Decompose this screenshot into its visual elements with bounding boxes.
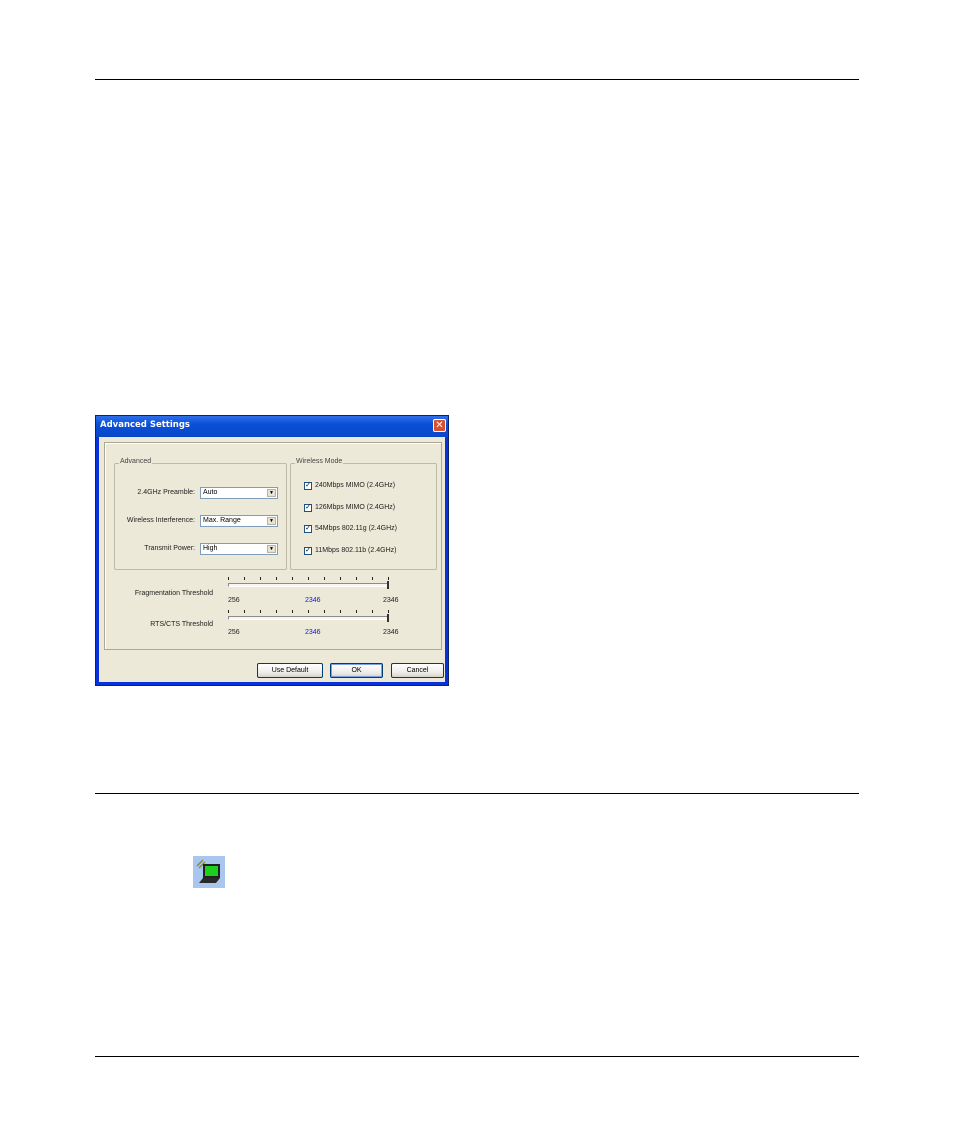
fragmentation-min: 256 bbox=[228, 597, 240, 604]
use-default-button[interactable]: Use Default bbox=[257, 663, 323, 678]
slider-tick bbox=[276, 577, 277, 580]
rts-cts-max: 2346 bbox=[383, 629, 399, 636]
interference-select[interactable]: Max. Range ▼ bbox=[200, 515, 278, 527]
title-bar[interactable]: Advanced Settings ✕ bbox=[96, 416, 448, 437]
slider-tick bbox=[372, 577, 373, 580]
mode-240-checkbox[interactable]: ✓ bbox=[304, 482, 312, 490]
slider-track bbox=[228, 583, 388, 587]
advanced-group: Advanced 2.4GHz Preamble: Auto ▼ Wireles… bbox=[114, 458, 287, 570]
slider-tick bbox=[340, 577, 341, 580]
slider-tick bbox=[244, 610, 245, 613]
mode-240-label: 240Mbps MIMO (2.4GHz) bbox=[315, 482, 396, 489]
slider-tick bbox=[228, 610, 229, 613]
chevron-down-icon[interactable]: ▼ bbox=[267, 517, 276, 525]
mode-11-label: 11Mbps 802.11b (2.4GHz) bbox=[315, 547, 397, 554]
interference-label: Wireless Interference: bbox=[126, 517, 195, 524]
tx-power-label: Transmit Power: bbox=[144, 545, 195, 552]
fragmentation-current: 2346 bbox=[305, 597, 321, 604]
slider-tick bbox=[372, 610, 373, 613]
middle-rule bbox=[95, 793, 859, 794]
preamble-label: 2.4GHz Preamble: bbox=[137, 489, 195, 496]
slider-handle[interactable] bbox=[387, 581, 389, 589]
slider-tick bbox=[260, 610, 261, 613]
slider-track bbox=[228, 616, 388, 620]
mode-54-label: 54Mbps 802.11g (2.4GHz) bbox=[315, 525, 397, 532]
mode-54-checkbox[interactable]: ✓ bbox=[304, 525, 312, 533]
tx-power-value: High bbox=[203, 545, 218, 552]
fragmentation-slider[interactable] bbox=[228, 577, 392, 591]
close-icon: ✕ bbox=[435, 420, 444, 431]
wireless-mode-legend: Wireless Mode bbox=[295, 458, 344, 465]
mode-126-label: 126Mbps MIMO (2.4GHz) bbox=[315, 504, 396, 511]
top-rule bbox=[95, 79, 859, 80]
fragmentation-label: Fragmentation Threshold bbox=[134, 590, 213, 597]
fragmentation-max: 2346 bbox=[383, 597, 399, 604]
close-button[interactable]: ✕ bbox=[433, 419, 446, 432]
rts-cts-label: RTS/CTS Threshold bbox=[150, 621, 213, 628]
rts-cts-slider[interactable] bbox=[228, 610, 392, 624]
cancel-button[interactable]: Cancel bbox=[391, 663, 444, 678]
slider-tick bbox=[276, 610, 277, 613]
settings-panel: Advanced 2.4GHz Preamble: Auto ▼ Wireles… bbox=[104, 442, 442, 650]
dialog-title: Advanced Settings bbox=[100, 420, 190, 430]
slider-tick bbox=[292, 577, 293, 580]
ok-button[interactable]: OK bbox=[330, 663, 383, 678]
preamble-value: Auto bbox=[203, 489, 218, 496]
slider-tick bbox=[308, 610, 309, 613]
preamble-select[interactable]: Auto ▼ bbox=[200, 487, 278, 499]
rts-cts-current: 2346 bbox=[305, 629, 321, 636]
dialog-client-area: Advanced 2.4GHz Preamble: Auto ▼ Wireles… bbox=[99, 437, 445, 682]
tx-power-select[interactable]: High ▼ bbox=[200, 543, 278, 555]
slider-tick bbox=[292, 610, 293, 613]
chevron-down-icon[interactable]: ▼ bbox=[267, 489, 276, 497]
slider-tick bbox=[356, 577, 357, 580]
mode-11-checkbox[interactable]: ✓ bbox=[304, 547, 312, 555]
advanced-settings-dialog: Advanced Settings ✕ Advanced 2.4GHz Prea… bbox=[95, 415, 449, 686]
rts-cts-min: 256 bbox=[228, 629, 240, 636]
wireless-mode-group: Wireless Mode ✓ 240Mbps MIMO (2.4GHz) ✓ … bbox=[290, 458, 437, 570]
slider-tick bbox=[388, 577, 389, 580]
wireless-adapter-icon bbox=[193, 856, 225, 888]
chevron-down-icon[interactable]: ▼ bbox=[267, 545, 276, 553]
interference-value: Max. Range bbox=[203, 517, 241, 524]
bottom-rule bbox=[95, 1056, 859, 1057]
slider-tick bbox=[324, 610, 325, 613]
slider-tick bbox=[308, 577, 309, 580]
slider-tick bbox=[244, 577, 245, 580]
mode-126-checkbox[interactable]: ✓ bbox=[304, 504, 312, 512]
slider-tick bbox=[324, 577, 325, 580]
slider-tick bbox=[356, 610, 357, 613]
slider-handle[interactable] bbox=[387, 614, 389, 622]
slider-tick bbox=[340, 610, 341, 613]
advanced-group-legend: Advanced bbox=[119, 458, 153, 465]
slider-tick bbox=[260, 577, 261, 580]
slider-tick bbox=[228, 577, 229, 580]
slider-tick bbox=[388, 610, 389, 613]
